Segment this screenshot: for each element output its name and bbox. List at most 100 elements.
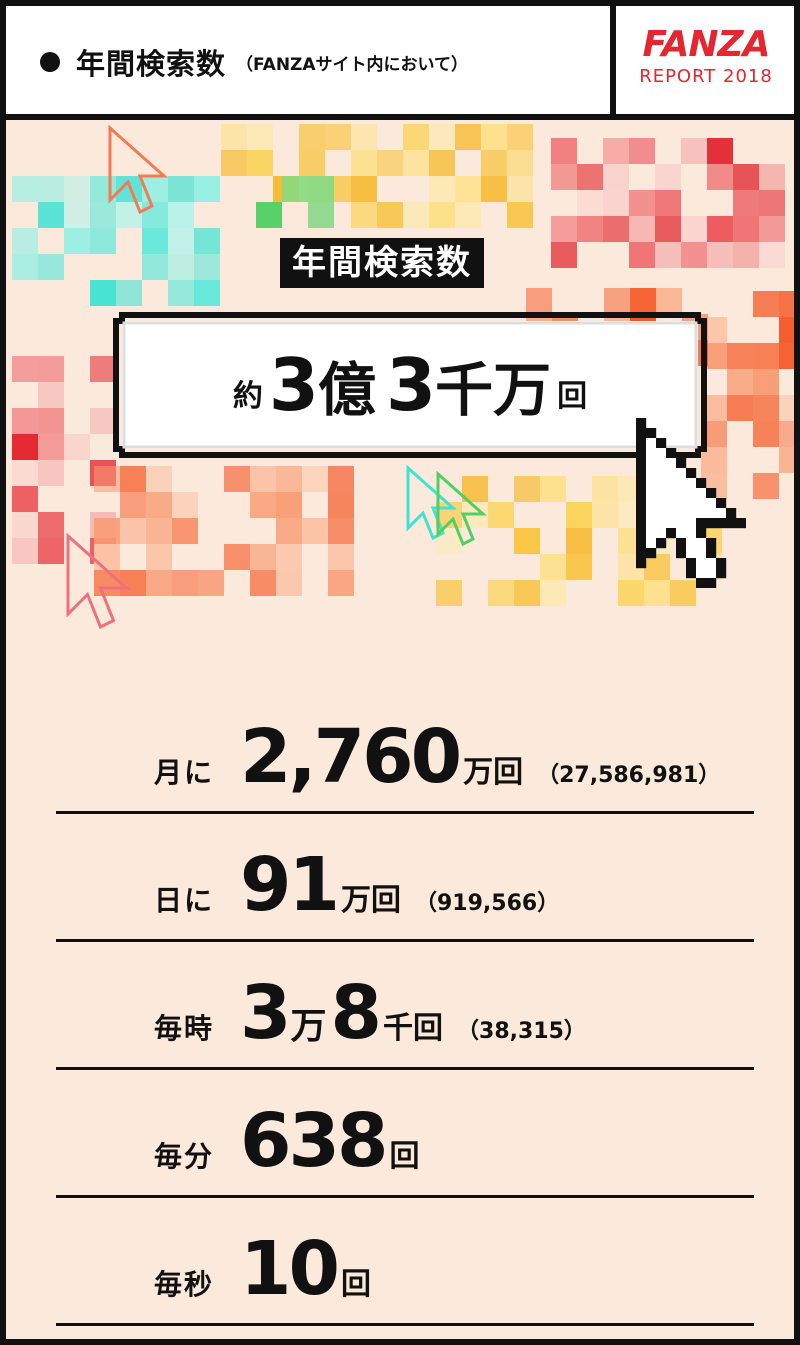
mosaic-pixel: [707, 138, 733, 164]
cursor-pixel: [656, 498, 667, 509]
stat-unit: 回: [389, 1139, 420, 1174]
stat-number: 91: [240, 842, 340, 928]
cursor-pixel: [686, 548, 697, 559]
cursor-pixel: [716, 558, 727, 569]
mosaic-pixel: [551, 216, 577, 242]
mosaic-pixel: [328, 570, 354, 596]
mosaic-pixel: [256, 202, 282, 228]
cursor-pointer-icon: [636, 418, 746, 588]
mosaic-pixel: [377, 150, 403, 176]
mosaic-pixel: [194, 228, 220, 254]
cursor-pixel: [716, 568, 727, 579]
mosaic-pixel: [276, 544, 302, 570]
mosaic-pixel: [540, 580, 566, 606]
cursor-pixel: [636, 558, 647, 569]
cursor-pixel: [686, 518, 697, 529]
mosaic-pixel: [120, 466, 146, 492]
cursor-pixel: [726, 518, 737, 529]
mosaic-pixel: [727, 369, 753, 395]
cursor-pixel: [696, 518, 707, 529]
mosaic-pixel: [221, 124, 247, 150]
mosaic-pixel: [172, 518, 198, 544]
mosaic-pixel: [681, 138, 707, 164]
mosaic-pixel: [247, 124, 273, 150]
stat-row-second: 毎秒 10 回: [56, 1198, 754, 1326]
mosaic-pixel: [38, 512, 64, 538]
cursor-pixel: [686, 528, 697, 539]
mosaic-pixel: [308, 176, 334, 202]
hero-suffix: 回: [557, 379, 588, 414]
mosaic-pixel: [302, 518, 328, 544]
mosaic-pixel: [629, 216, 655, 242]
cursor-pixel: [706, 558, 717, 569]
mosaic-pixel: [250, 570, 276, 596]
mosaic-pixel: [779, 317, 794, 343]
cursor-pixel: [686, 478, 697, 489]
cursor-pixel: [706, 488, 717, 499]
cursor-pixel: [696, 568, 707, 579]
cursor-pixel: [676, 478, 687, 489]
mosaic-pixel: [779, 421, 794, 447]
mosaic-pixel: [12, 538, 38, 564]
mosaic-pixel: [38, 434, 64, 460]
mosaic-pixel: [194, 254, 220, 280]
mosaic-pixel: [753, 473, 779, 499]
mosaic-pixel: [577, 190, 603, 216]
cursor-pixel: [716, 518, 727, 529]
mosaic-pixel: [655, 190, 681, 216]
mosaic-pixel: [142, 202, 168, 228]
cursor-pixel: [636, 518, 647, 529]
mosaic-pixel: [299, 124, 325, 150]
mosaic-pixel: [12, 408, 38, 434]
stat-label: 月に: [154, 756, 215, 789]
cursor-pixel: [686, 488, 697, 499]
mosaic-pixel: [779, 343, 794, 369]
cursor-pixel: [666, 458, 677, 469]
mosaic-pixel: [733, 190, 759, 216]
mosaic-pixel: [403, 150, 429, 176]
stat-unit: 千回: [383, 1011, 444, 1046]
mosaic-pixel: [592, 502, 618, 528]
cursor-pixel: [656, 438, 667, 449]
cursor-pixel: [636, 458, 647, 469]
mosaic-pixel: [116, 280, 142, 306]
mosaic-pixel: [168, 202, 194, 228]
cursor-pixel: [676, 508, 687, 519]
mosaic-pixel: [276, 570, 302, 596]
cursor-pixel: [656, 508, 667, 519]
cursor-pixel: [646, 538, 657, 549]
stat-label: 毎時: [154, 1012, 215, 1045]
cursor-pixel: [646, 478, 657, 489]
stat-exact: （27,586,981）: [537, 763, 721, 788]
hero-total: 約 3 億 3 千万 回: [110, 309, 710, 461]
stat-number: 638: [240, 1098, 388, 1184]
mosaic-pixel: [566, 528, 592, 554]
mosaic-pixel: [551, 164, 577, 190]
mosaic-pixel: [12, 434, 38, 460]
mosaic-pixel: [328, 492, 354, 518]
mosaic-pixel: [681, 216, 707, 242]
mosaic-pixel: [429, 176, 455, 202]
cursor-pixel: [716, 498, 727, 509]
mosaic-pixel: [276, 518, 302, 544]
mosaic-pixel: [142, 254, 168, 280]
mosaic-pixel: [224, 544, 250, 570]
mosaic-pixel: [577, 216, 603, 242]
cursor-pixel: [696, 498, 707, 509]
mosaic-pixel: [64, 228, 90, 254]
mosaic-pixel: [603, 190, 629, 216]
mosaic-pixel: [629, 138, 655, 164]
cursor-pixel: [646, 498, 657, 509]
mosaic-pixel: [224, 466, 250, 492]
mosaic-pixel: [12, 356, 38, 382]
mosaic-pixel: [299, 150, 325, 176]
mosaic-pixel: [514, 476, 540, 502]
cursor-pixel: [696, 528, 707, 539]
cursor-pixel: [636, 548, 647, 559]
cursor-pixel: [636, 418, 647, 429]
mosaic-pixel: [328, 518, 354, 544]
mosaic-pixel: [507, 150, 533, 176]
cursor-pixel: [666, 478, 677, 489]
cursor-pixel: [636, 488, 647, 499]
cursor-pixel: [656, 448, 667, 459]
